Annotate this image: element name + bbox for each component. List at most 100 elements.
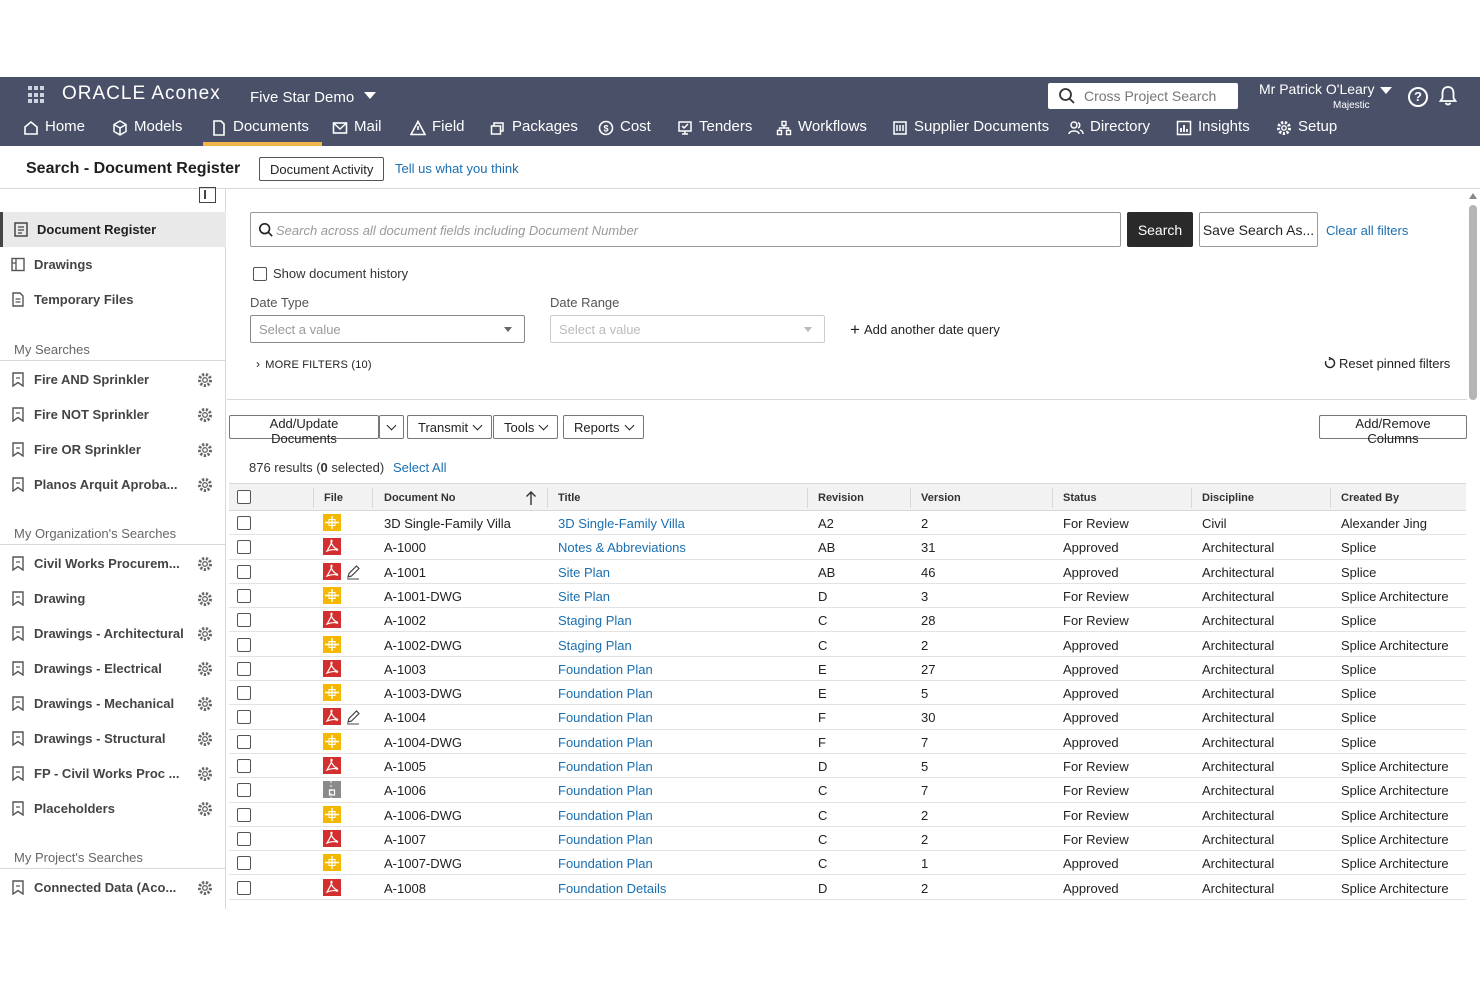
saved-search-item[interactable]: Civil Works Procurem... <box>0 546 226 581</box>
scrollbar-thumb[interactable] <box>1469 205 1477 400</box>
nav-home[interactable]: Home <box>23 115 85 146</box>
table-row[interactable]: A-1001 Site Plan AB 46 Approved Architectural… <box>229 560 1466 584</box>
row-checkbox[interactable] <box>237 759 251 773</box>
row-checkbox[interactable] <box>237 516 251 530</box>
nav-models[interactable]: Models <box>112 115 182 146</box>
row-checkbox[interactable] <box>237 710 251 725</box>
edit-pencil-icon[interactable] <box>345 564 361 580</box>
transmit-button[interactable]: Transmit <box>407 415 493 439</box>
cell-title[interactable]: Foundation Plan <box>558 686 653 701</box>
saved-search-item[interactable]: Placeholders <box>0 791 226 826</box>
vertical-scrollbar[interactable] <box>1466 189 1480 909</box>
nav-mail[interactable]: Mail <box>332 115 382 146</box>
gear-icon[interactable] <box>197 372 213 388</box>
nav-field[interactable]: Field <box>410 115 465 146</box>
column-header-created-by[interactable]: Created By <box>1341 492 1399 504</box>
gear-icon[interactable] <box>197 407 213 423</box>
sidebar-item-temporary-files[interactable]: Temporary Files <box>0 282 226 317</box>
table-row[interactable]: A-1002-DWG Staging Plan C 2 Approved Architec… <box>229 633 1466 657</box>
document-search-input[interactable] <box>276 220 1106 240</box>
row-checkbox[interactable] <box>237 734 251 749</box>
edit-pencil-icon[interactable] <box>345 709 361 725</box>
cell-title[interactable]: Foundation Plan <box>558 759 653 774</box>
pdf-file-icon[interactable] <box>323 562 341 580</box>
sort-ascending-icon[interactable] <box>525 490 537 506</box>
dwg-file-icon[interactable] <box>323 586 341 604</box>
row-checkbox[interactable] <box>237 564 251 579</box>
gear-icon[interactable] <box>197 626 213 642</box>
nav-setup[interactable]: Setup <box>1276 115 1337 146</box>
cell-title[interactable]: Foundation Plan <box>558 735 653 750</box>
user-name[interactable]: Mr Patrick O'Leary <box>1259 81 1374 97</box>
table-row[interactable]: 3D Single-Family Villa 3D Single-Family V… <box>229 511 1466 536</box>
table-row[interactable]: A-1006 Foundation Plan C 7 For Review Archite… <box>229 778 1466 803</box>
column-header-status[interactable]: Status <box>1063 492 1097 504</box>
dwg-file-icon[interactable] <box>323 635 341 653</box>
saved-search-item[interactable]: Drawings - Mechanical <box>0 686 226 721</box>
cell-title[interactable]: Foundation Plan <box>558 808 653 823</box>
table-row[interactable]: A-1000 Notes & Abbreviations AB 31 Approved A… <box>229 535 1466 560</box>
table-row[interactable]: A-1004 Foundation Plan F 30 Approved Architec… <box>229 705 1466 730</box>
row-checkbox[interactable] <box>237 686 251 701</box>
dwg-file-icon[interactable] <box>323 514 341 531</box>
cell-title[interactable]: Staging Plan <box>558 613 632 628</box>
saved-search-item[interactable]: Drawing <box>0 581 226 616</box>
nav-workflows[interactable]: Workflows <box>776 115 867 146</box>
help-icon[interactable]: ? <box>1408 87 1428 107</box>
row-checkbox[interactable] <box>237 856 251 871</box>
column-header-revision[interactable]: Revision <box>818 492 864 504</box>
gear-icon[interactable] <box>197 801 213 817</box>
nav-packages[interactable]: Packages <box>490 115 578 146</box>
column-header-document-no[interactable]: Document No <box>384 492 456 504</box>
pdf-file-icon[interactable] <box>323 538 341 556</box>
row-checkbox[interactable] <box>237 831 251 846</box>
table-row[interactable]: A-1005 Foundation Plan D 5 For Review Archite… <box>229 754 1466 779</box>
collapse-sidebar-icon[interactable] <box>199 187 216 203</box>
show-history-checkbox[interactable] <box>253 267 267 281</box>
column-header-file[interactable]: File <box>324 492 343 504</box>
pdf-file-icon[interactable] <box>323 829 341 847</box>
gear-icon[interactable] <box>197 556 213 572</box>
saved-search-item[interactable]: Planos Arquit Aproba... <box>0 467 226 502</box>
table-row[interactable]: A-1003-DWG Foundation Plan E 5 Approved Archi… <box>229 681 1466 706</box>
dwg-file-icon[interactable] <box>323 805 341 823</box>
cross-project-search-input[interactable] <box>1084 86 1232 106</box>
saved-search-item[interactable]: Drawings - Structural <box>0 721 226 756</box>
table-row[interactable]: A-1004-DWG Foundation Plan F 7 Approved Archi… <box>229 730 1466 754</box>
table-row[interactable]: A-1006-DWG Foundation Plan C 2 For Review Arc… <box>229 803 1466 827</box>
more-filters-toggle[interactable]: › MORE FILTERS (10) <box>256 357 372 371</box>
dwg-file-icon[interactable] <box>323 854 341 872</box>
row-checkbox[interactable] <box>237 783 251 798</box>
gear-icon[interactable] <box>197 696 213 712</box>
gear-icon[interactable] <box>197 591 213 607</box>
project-name[interactable]: Five Star Demo <box>250 89 354 106</box>
sidebar-item-document-register[interactable]: Document Register <box>0 212 226 247</box>
cell-title[interactable]: 3D Single-Family Villa <box>558 516 685 531</box>
user-menu-chevron-icon[interactable] <box>1380 87 1392 94</box>
app-launcher-icon[interactable] <box>28 86 46 104</box>
nav-documents[interactable]: Documents <box>203 115 322 146</box>
column-header-title[interactable]: Title <box>558 492 580 504</box>
nav-insights[interactable]: Insights <box>1176 115 1250 146</box>
nav-cost[interactable]: $ Cost <box>598 115 651 146</box>
feedback-link[interactable]: Tell us what you think <box>395 161 519 176</box>
table-row[interactable]: A-1002 Staging Plan C 28 For Review Architect… <box>229 608 1466 633</box>
row-checkbox[interactable] <box>237 637 251 652</box>
cell-title[interactable]: Notes & Abbreviations <box>558 540 686 555</box>
cell-title[interactable]: Site Plan <box>558 565 610 580</box>
scroll-up-arrow-icon[interactable] <box>1469 193 1477 199</box>
cell-title[interactable]: Foundation Plan <box>558 832 653 847</box>
pdf-file-icon[interactable] <box>323 878 341 896</box>
tools-button[interactable]: Tools <box>493 415 559 439</box>
cell-title[interactable]: Foundation Plan <box>558 662 653 677</box>
cell-title[interactable]: Staging Plan <box>558 638 632 653</box>
table-row[interactable]: A-1003 Foundation Plan E 27 Approved Architec… <box>229 657 1466 682</box>
row-checkbox[interactable] <box>237 588 251 603</box>
table-row[interactable]: A-1007 Foundation Plan C 2 For Review Archite… <box>229 827 1466 852</box>
saved-search-item[interactable]: Connected Data (Aco... <box>0 870 226 905</box>
save-search-button[interactable]: Save Search As... <box>1199 212 1318 247</box>
table-row[interactable]: A-1007-DWG Foundation Plan C 1 Approved Archi… <box>229 851 1466 876</box>
pdf-file-icon[interactable] <box>323 611 341 629</box>
saved-search-item[interactable]: Fire AND Sprinkler <box>0 362 226 397</box>
search-button[interactable]: Search <box>1127 212 1193 247</box>
